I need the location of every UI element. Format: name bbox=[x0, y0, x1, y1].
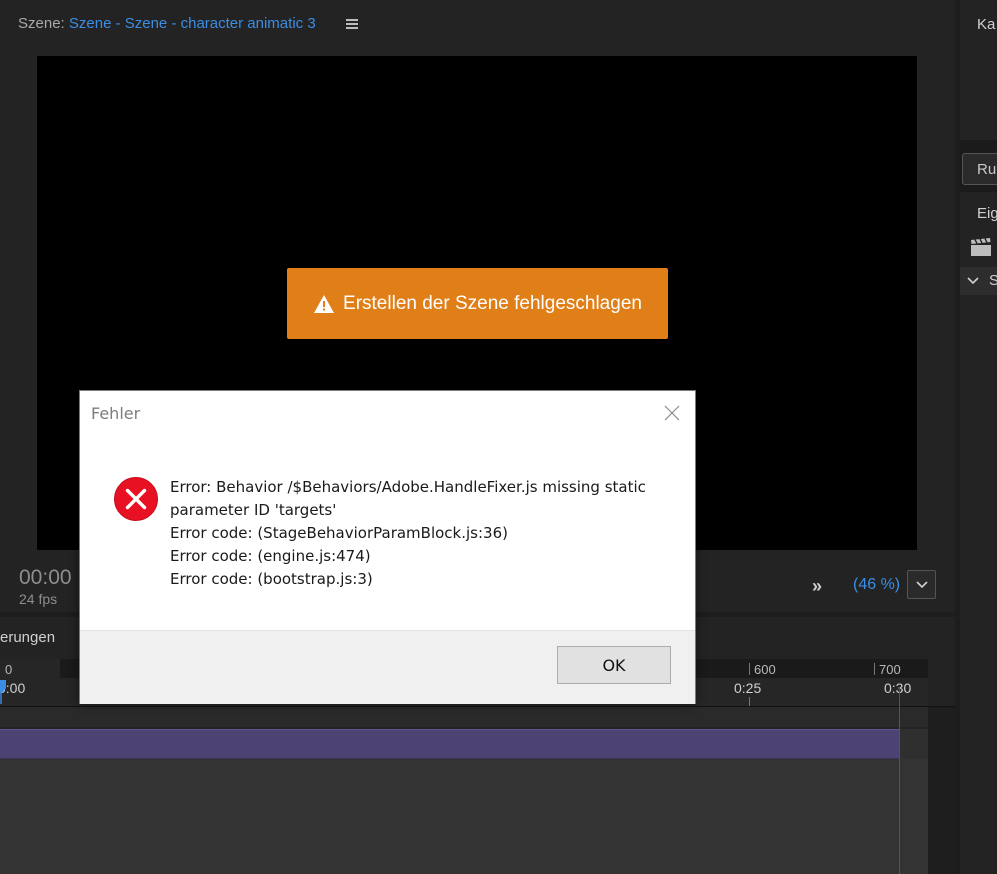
warning-icon bbox=[314, 294, 335, 313]
zoom-level[interactable]: (46 %) bbox=[853, 576, 900, 594]
error-icon bbox=[114, 477, 158, 521]
dialog-message: Error: Behavior /$Behaviors/Adobe.Handle… bbox=[170, 476, 680, 591]
clapperboard-icon bbox=[971, 238, 991, 256]
ok-button[interactable]: OK bbox=[557, 646, 671, 684]
more-controls-icon[interactable]: » bbox=[812, 576, 822, 597]
current-timecode[interactable]: 00:00 bbox=[19, 566, 72, 590]
track-header-row bbox=[0, 707, 955, 727]
right-panels: Ka Ru Eig S bbox=[960, 0, 997, 874]
scene-error-banner: Erstellen der Szene fehlgeschlagen bbox=[287, 268, 668, 339]
zoom-dropdown-button[interactable] bbox=[907, 570, 936, 599]
message-line: Error: Behavior /$Behaviors/Adobe.Handle… bbox=[170, 478, 646, 496]
right-panel-button[interactable]: Ru bbox=[962, 153, 997, 185]
scene-name[interactable]: Szene - Szene - character animatic 3 bbox=[69, 15, 316, 32]
tick-frame-0: 0 bbox=[5, 662, 13, 677]
scene-header: Szene: Szene - Szene - character animati… bbox=[18, 15, 316, 32]
tick-mark bbox=[874, 663, 875, 675]
timeline-scrollbar[interactable] bbox=[928, 707, 955, 874]
tick-mark bbox=[749, 663, 750, 675]
chevron-down-icon bbox=[967, 277, 979, 285]
properties-panel: Eig S bbox=[960, 192, 997, 874]
timeline-title[interactable]: erungen bbox=[0, 629, 55, 646]
scene-end-marker bbox=[899, 687, 900, 874]
banner-text: Erstellen der Szene fehlgeschlagen bbox=[343, 292, 642, 314]
scene-label: Szene: bbox=[18, 15, 65, 32]
message-line: Error code: (engine.js:474) bbox=[170, 547, 371, 565]
right-panel-button-label: Ru bbox=[977, 161, 997, 178]
properties-section-label: S bbox=[989, 272, 997, 289]
properties-section-row[interactable]: S bbox=[960, 267, 997, 295]
track-area[interactable] bbox=[0, 759, 928, 874]
clip-end-area bbox=[900, 729, 928, 759]
message-line: Error code: (StageBehaviorParamBlock.js:… bbox=[170, 524, 508, 542]
tick-time-30: 0:30 bbox=[884, 680, 912, 696]
message-line: parameter ID 'targets' bbox=[170, 501, 337, 519]
close-icon[interactable] bbox=[662, 403, 682, 423]
properties-title[interactable]: Eig bbox=[977, 205, 997, 222]
chevron-down-icon bbox=[916, 581, 928, 589]
right-top-title[interactable]: Ka bbox=[977, 16, 995, 33]
tick-frame-600: 600 bbox=[754, 662, 776, 677]
panel-menu-icon[interactable] bbox=[346, 19, 358, 29]
tick-frame-700: 700 bbox=[879, 662, 901, 677]
message-line: Error code: (bootstrap.js:3) bbox=[170, 570, 373, 588]
frame-rate: 24 fps bbox=[19, 591, 58, 607]
tick-time-25: 0:25 bbox=[734, 680, 762, 696]
dialog-title: Fehler bbox=[91, 404, 141, 423]
playhead-icon[interactable] bbox=[0, 680, 8, 704]
scene-clip-bar[interactable] bbox=[0, 729, 900, 759]
right-top-panel: Ka bbox=[960, 0, 997, 140]
dialog-footer: OK bbox=[80, 630, 695, 704]
error-dialog: Fehler Error: Behavior /$Behaviors/Adobe… bbox=[79, 390, 696, 704]
